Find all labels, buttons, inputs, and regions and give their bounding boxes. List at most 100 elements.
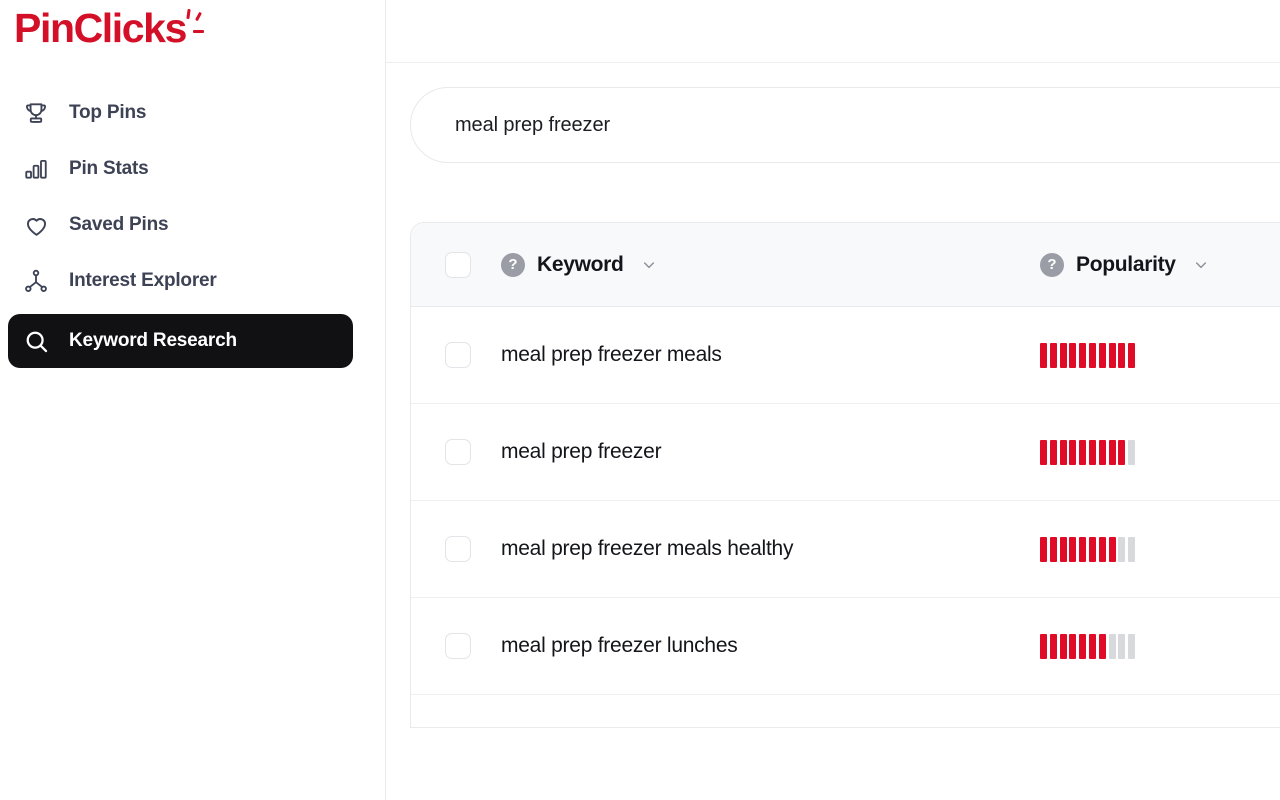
table-row[interactable]: meal prep freezer meals — [411, 307, 1280, 404]
popularity-bar-segment — [1079, 633, 1087, 659]
sidebar-item-keyword-research[interactable]: Keyword Research — [8, 314, 353, 368]
select-all-checkbox[interactable] — [445, 251, 471, 278]
row-checkbox[interactable] — [445, 536, 471, 562]
popularity-bar-meter — [1040, 439, 1136, 465]
popularity-bar-segment — [1098, 439, 1106, 465]
popularity-bar-segment — [1128, 439, 1136, 465]
popularity-cell — [1040, 342, 1280, 368]
keyword-text: meal prep freezer meals healthy — [501, 537, 794, 560]
popularity-bar-segment — [1088, 633, 1096, 659]
popularity-bar-meter — [1040, 342, 1136, 368]
popularity-bar-segment — [1118, 536, 1126, 562]
brand-name-label: PinClicks — [14, 4, 187, 51]
popularity-cell — [1040, 439, 1280, 465]
popularity-bar-segment — [1108, 536, 1116, 562]
brand-name-text: PinClicks — [14, 4, 208, 51]
sidebar-item-interest-explorer[interactable]: Interest Explorer — [8, 258, 353, 304]
keyword-cell: meal prep freezer — [501, 440, 1040, 464]
popularity-bar-segment — [1118, 342, 1126, 368]
popularity-bar-meter — [1040, 633, 1136, 659]
row-checkbox[interactable] — [445, 439, 471, 465]
popularity-bar-segment — [1059, 536, 1067, 562]
popularity-cell — [1040, 633, 1280, 659]
popularity-bar-segment — [1069, 536, 1077, 562]
popularity-bar-segment — [1079, 342, 1087, 368]
sidebar-item-label: Saved Pins — [69, 214, 169, 235]
popularity-bar-segment — [1128, 633, 1136, 659]
popularity-bar-segment — [1108, 439, 1116, 465]
row-select-cell — [411, 536, 501, 562]
table-body: meal prep freezer meals meal prep freezer… — [411, 307, 1280, 727]
popularity-bar-segment — [1040, 633, 1047, 659]
popularity-bar-segment — [1088, 536, 1096, 562]
help-icon[interactable]: ? — [501, 252, 525, 277]
popularity-bar-segment — [1069, 439, 1077, 465]
bar-chart-icon — [22, 155, 50, 183]
popularity-bar-segment — [1040, 536, 1047, 562]
popularity-bar-segment — [1128, 342, 1136, 368]
sidebar-item-saved-pins[interactable]: Saved Pins — [8, 202, 353, 248]
sidebar-item-top-pins[interactable]: Top Pins — [8, 90, 353, 136]
table-row[interactable]: meal prep freezer meals healthy — [411, 501, 1280, 598]
keyword-text: meal prep freezer lunches — [501, 634, 738, 657]
top-bar — [386, 0, 1280, 63]
popularity-bar-segment — [1098, 536, 1106, 562]
sidebar-item-pin-stats[interactable]: Pin Stats — [8, 146, 353, 192]
keyword-results-table: ? Keyword ? Popularity meal prep freezer… — [410, 222, 1280, 728]
column-header-keyword[interactable]: ? Keyword — [501, 252, 1040, 277]
popularity-bar-segment — [1079, 439, 1087, 465]
row-select-cell — [411, 633, 501, 659]
keyword-cell: meal prep freezer meals healthy — [501, 537, 1040, 561]
search-icon — [22, 327, 50, 355]
keyword-search-input[interactable]: meal prep freezer — [410, 87, 1280, 163]
popularity-bar-segment — [1098, 342, 1106, 368]
keyword-cell: meal prep freezer lunches — [501, 634, 1040, 658]
popularity-bar-segment — [1069, 342, 1077, 368]
table-row[interactable]: meal prep freezer lunches — [411, 598, 1280, 695]
popularity-bar-meter — [1040, 536, 1136, 562]
popularity-bar-segment — [1108, 633, 1116, 659]
popularity-bar-segment — [1049, 633, 1057, 659]
heart-icon — [22, 211, 50, 239]
brand-logo[interactable]: PinClicks — [0, 0, 385, 56]
popularity-bar-segment — [1088, 439, 1096, 465]
popularity-bar-segment — [1079, 536, 1087, 562]
column-header-popularity[interactable]: ? Popularity — [1040, 252, 1280, 277]
popularity-bar-segment — [1059, 633, 1067, 659]
keyword-text: meal prep freezer meals — [501, 343, 722, 366]
row-checkbox[interactable] — [445, 342, 471, 368]
popularity-bar-segment — [1098, 633, 1106, 659]
popularity-bar-segment — [1040, 439, 1047, 465]
keyword-text: meal prep freezer — [501, 440, 662, 463]
popularity-bar-segment — [1059, 439, 1067, 465]
row-select-cell — [411, 439, 501, 465]
column-header-label: Keyword — [537, 252, 624, 276]
sidebar-item-label: Interest Explorer — [69, 270, 217, 291]
column-header-label: Popularity — [1076, 252, 1176, 276]
row-checkbox[interactable] — [445, 633, 471, 659]
table-row-partial[interactable] — [411, 695, 1280, 727]
network-share-icon — [22, 267, 50, 295]
keyword-cell: meal prep freezer meals — [501, 343, 1040, 367]
main-content: meal prep freezer ? Keyword ? Popularity — [386, 0, 1280, 800]
table-header-row: ? Keyword ? Popularity — [411, 223, 1280, 307]
table-row[interactable]: meal prep freezer — [411, 404, 1280, 501]
popularity-bar-segment — [1049, 439, 1057, 465]
popularity-bar-segment — [1118, 439, 1126, 465]
sidebar-nav: Top Pins Pin Stats Saved Pins Interest E… — [0, 90, 385, 368]
sidebar-item-label: Keyword Research — [69, 330, 237, 351]
sidebar-item-label: Top Pins — [69, 102, 147, 123]
chevron-down-icon[interactable] — [1192, 256, 1210, 274]
help-icon[interactable]: ? — [1040, 252, 1064, 277]
popularity-bar-segment — [1108, 342, 1116, 368]
popularity-bar-segment — [1118, 633, 1126, 659]
app-root: PinClicks Top Pins Pin Stats Saved Pins … — [0, 0, 1280, 800]
row-select-cell — [411, 342, 501, 368]
select-all-cell — [411, 251, 501, 278]
popularity-bar-segment — [1088, 342, 1096, 368]
chevron-down-icon[interactable] — [640, 256, 658, 274]
popularity-bar-segment — [1069, 633, 1077, 659]
search-input-value: meal prep freezer — [455, 113, 611, 136]
popularity-bar-segment — [1128, 536, 1136, 562]
trophy-icon — [22, 99, 50, 127]
